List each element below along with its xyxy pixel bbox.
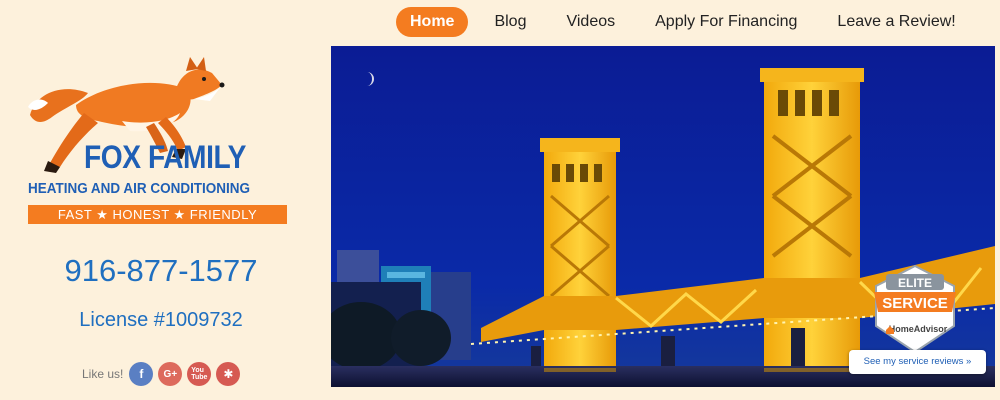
badge-elite: ELITE xyxy=(898,276,932,290)
homeadvisor-elite-badge[interactable]: ELITE SERVICE HomeAdvisor xyxy=(872,264,958,354)
phone-number[interactable]: 916-877-1577 xyxy=(0,253,322,289)
nav-leave-a-review[interactable]: Leave a Review! xyxy=(823,7,969,37)
google-plus-icon[interactable]: G+ xyxy=(158,362,183,386)
social-label: Like us! xyxy=(82,367,124,381)
service-reviews-link[interactable]: See my service reviews » xyxy=(849,350,986,374)
youtube-icon[interactable]: You Tube xyxy=(187,362,212,386)
license-number: License #1009732 xyxy=(79,309,243,331)
nav-home[interactable]: Home xyxy=(396,7,469,37)
facebook-icon[interactable]: f xyxy=(129,362,154,386)
badge-service: SERVICE xyxy=(882,295,948,312)
nav-apply-for-financing[interactable]: Apply For Financing xyxy=(641,7,811,37)
logo-subtitle: HEATING AND AIR CONDITIONING xyxy=(28,181,251,197)
badge-brand: HomeAdvisor xyxy=(889,324,948,334)
yelp-icon[interactable]: ✱ xyxy=(216,362,241,386)
company-logo[interactable]: FOX FAMILY HEATING AND AIR CONDITIONING … xyxy=(26,55,292,227)
logo-tagline: FAST ★ HONEST ★ FRIENDLY xyxy=(28,205,287,224)
nav-videos[interactable]: Videos xyxy=(552,7,629,37)
nav-blog[interactable]: Blog xyxy=(480,7,540,37)
main-nav: Home Blog Videos Apply For Financing Lea… xyxy=(396,7,982,37)
logo-title: FOX FAMILY xyxy=(84,139,246,175)
social-links: Like us! f G+ You Tube ✱ xyxy=(82,362,245,386)
